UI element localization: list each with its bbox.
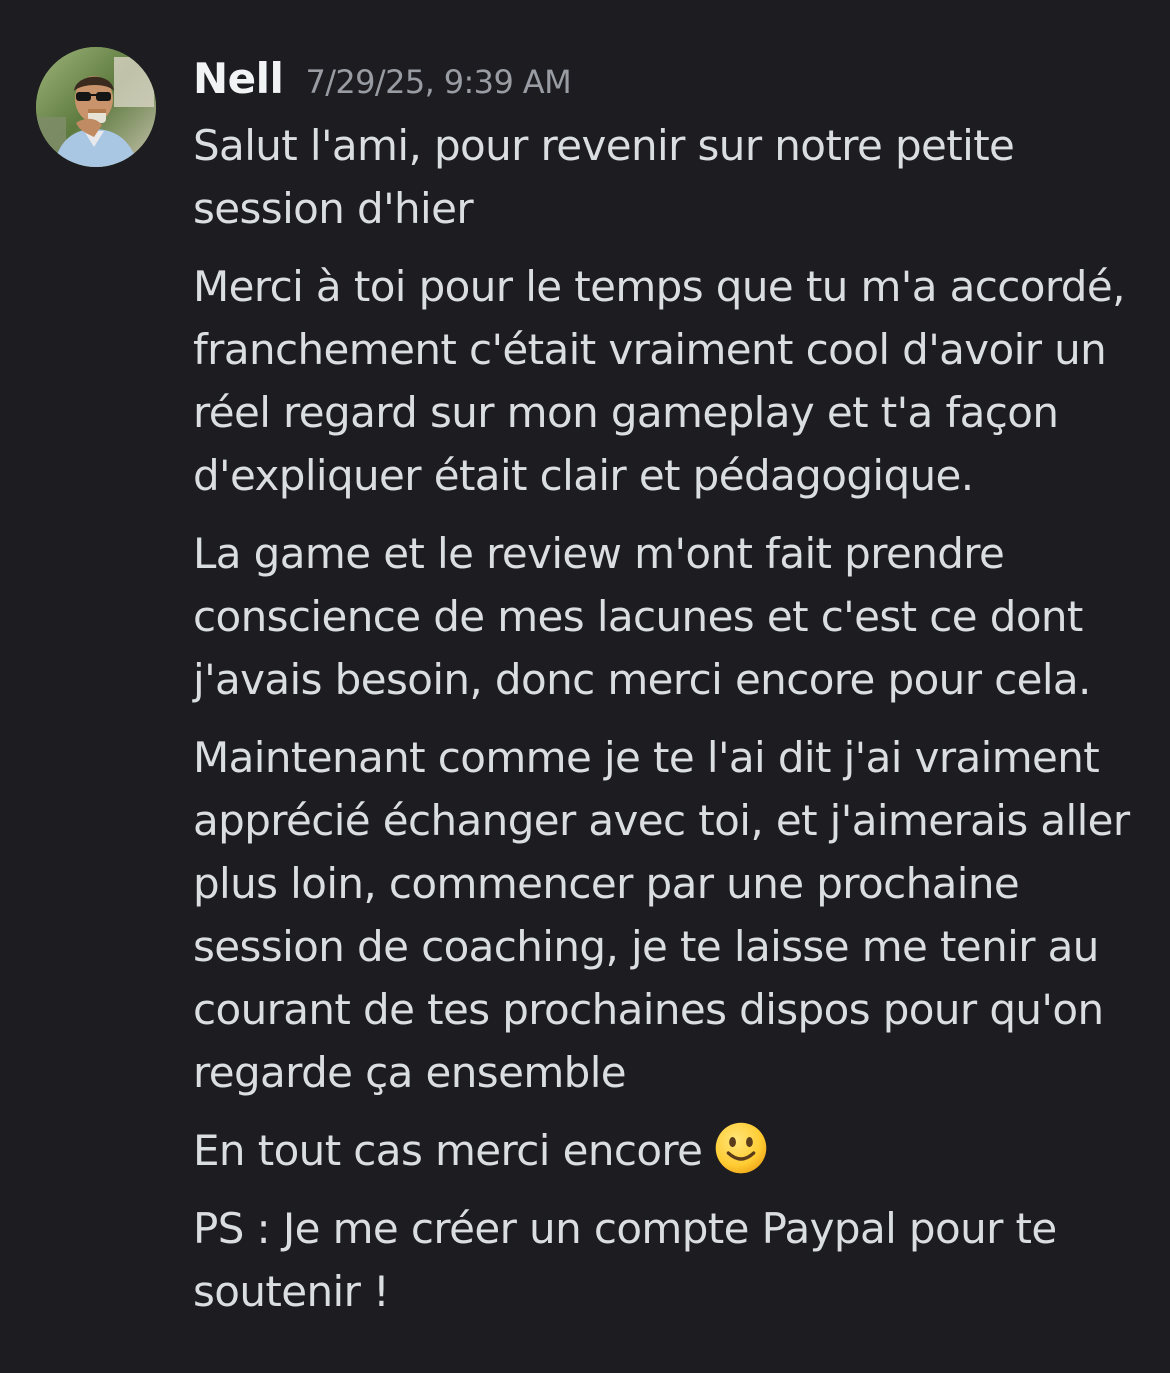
message-paragraph: Maintenant comme je te l'ai dit j'ai vra… bbox=[193, 726, 1153, 1104]
message-body: Salut l'ami, pour revenir sur notre peti… bbox=[193, 114, 1153, 1338]
message-line: session d'hier bbox=[193, 184, 474, 233]
message-paragraph: PS : Je me créer un compte Paypal pour t… bbox=[193, 1197, 1153, 1323]
message-paragraph: Salut l'ami, pour revenir sur notre peti… bbox=[193, 114, 1153, 240]
message-line: Salut l'ami, pour revenir sur notre peti… bbox=[193, 121, 1015, 170]
message-paragraph: La game et le review m'ont fait prendre … bbox=[193, 522, 1153, 711]
message-line: franchement c'était vraiment cool d'avoi… bbox=[193, 325, 1107, 374]
avatar[interactable] bbox=[36, 47, 156, 167]
message-line: Merci à toi pour le temps que tu m'a acc… bbox=[193, 262, 1125, 311]
message-line: réel regard sur mon gameplay et t'a faço… bbox=[193, 388, 1059, 437]
message-line: soutenir ! bbox=[193, 1267, 390, 1316]
message-line: apprécié échanger avec toi, et j'aimerai… bbox=[193, 796, 1130, 845]
message-paragraph: Merci à toi pour le temps que tu m'a acc… bbox=[193, 255, 1153, 507]
message-line: courant de tes prochaines dispos pour qu… bbox=[193, 985, 1104, 1034]
message-line: d'expliquer était clair et pédagogique. bbox=[193, 451, 974, 500]
message-line: plus loin, commencer par une prochaine bbox=[193, 859, 1020, 908]
chat-message: Nell 7/29/25, 9:39 AM Salut l'ami, pour … bbox=[0, 0, 1170, 1373]
message-line: PS : Je me créer un compte Paypal pour t… bbox=[193, 1204, 1057, 1253]
message-line: session de coaching, je te laisse me ten… bbox=[193, 922, 1099, 971]
message-line: Maintenant comme je te l'ai dit j'ai vra… bbox=[193, 733, 1100, 782]
message-paragraph: En tout cas merci encore bbox=[193, 1119, 1153, 1182]
user-avatar-photo bbox=[36, 47, 156, 167]
message-line: conscience de mes lacunes et c'est ce do… bbox=[193, 592, 1083, 641]
message-line: La game et le review m'ont fait prendre bbox=[193, 529, 1005, 578]
username[interactable]: Nell bbox=[193, 54, 284, 103]
slightly-smiling-face-icon bbox=[714, 1121, 768, 1175]
timestamp: 7/29/25, 9:39 AM bbox=[305, 63, 572, 101]
message-line-with-emoji: En tout cas merci encore bbox=[193, 1119, 1153, 1182]
message-line: j'avais besoin, donc merci encore pour c… bbox=[193, 655, 1091, 704]
message-line-text: En tout cas merci encore bbox=[193, 1126, 703, 1175]
message-header: Nell 7/29/25, 9:39 AM bbox=[193, 54, 572, 110]
message-line: regarde ça ensemble bbox=[193, 1048, 627, 1097]
